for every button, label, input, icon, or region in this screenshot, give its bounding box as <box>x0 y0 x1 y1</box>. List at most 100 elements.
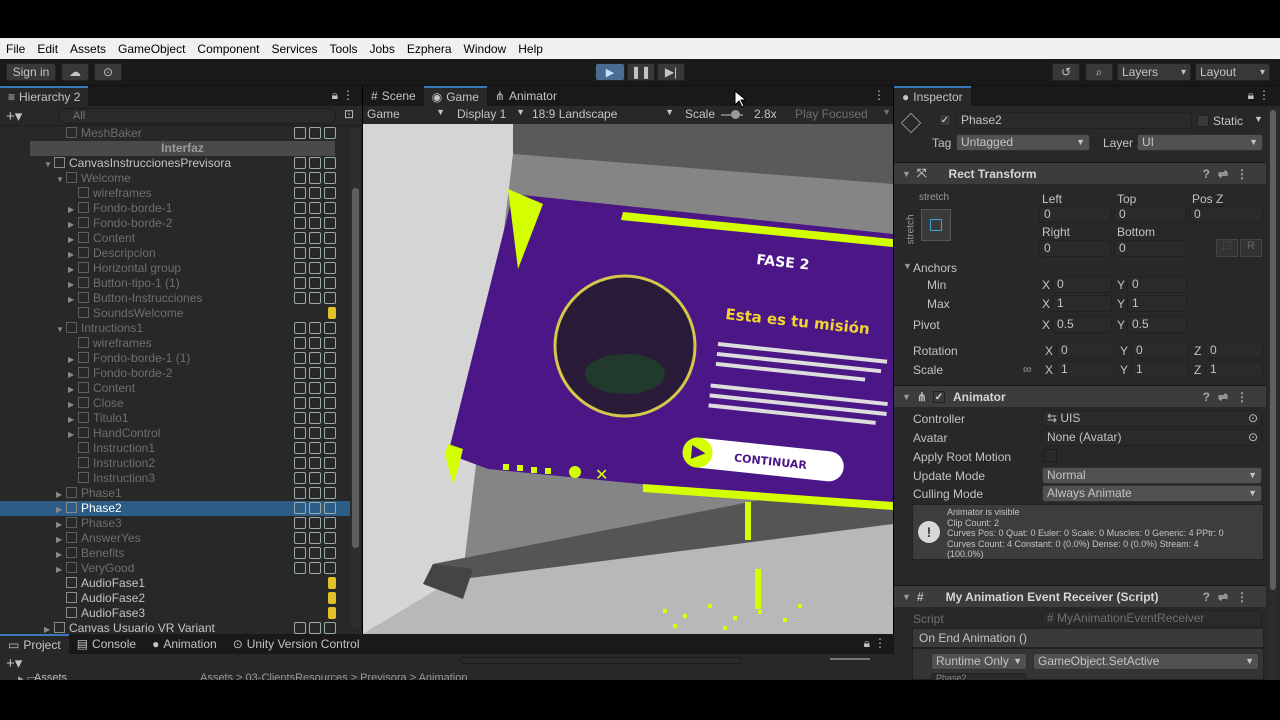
kebab-menu-icon[interactable]: ⋮ <box>342 88 354 102</box>
menu-component[interactable]: Component <box>197 42 259 56</box>
hierarchy-row[interactable]: wireframes <box>0 186 350 201</box>
animator-header[interactable]: ▼ ⋔ ✓ Animator ?⇌⋮ <box>894 385 1266 407</box>
method-dropdown[interactable]: GameObject.SetActive ▼ <box>1033 653 1259 670</box>
add-icon[interactable]: +▾ <box>6 654 22 672</box>
active-checkbox[interactable]: ✓ <box>939 114 951 126</box>
scroll-thumb[interactable] <box>1270 110 1276 590</box>
expand-arrow-icon[interactable]: ▶ <box>68 262 78 277</box>
menu-services[interactable]: Services <box>271 42 317 56</box>
expand-arrow-icon[interactable]: ▶ <box>68 382 78 397</box>
hierarchy-row[interactable]: ▶ Titulo1 <box>0 411 350 426</box>
hierarchy-row[interactable]: ▶ Benefits <box>0 546 350 561</box>
hierarchy-row[interactable]: AudioFase2 <box>0 591 350 606</box>
display-dropdown[interactable]: Display 1 ▼ <box>457 107 525 121</box>
menu-help[interactable]: Help <box>518 42 543 56</box>
avatar-field[interactable]: None (Avatar) ⊙ <box>1042 429 1262 446</box>
controller-field[interactable]: ⇆ UIS ⊙ <box>1042 410 1262 427</box>
expand-arrow-icon[interactable]: ▼ <box>44 157 54 172</box>
expand-arrow-icon[interactable]: ▼ <box>56 172 66 187</box>
hierarchy-row[interactable]: ▶ Descripcion <box>0 246 350 261</box>
layer-dropdown[interactable]: UI ▼ <box>1137 134 1263 151</box>
update-mode-dropdown[interactable]: Normal ▼ <box>1042 467 1262 484</box>
expand-arrow-icon[interactable]: ▶ <box>68 277 78 292</box>
hierarchy-row[interactable]: ▼ Welcome <box>0 171 350 186</box>
hierarchy-row[interactable]: AudioFase3 <box>0 606 350 621</box>
left-field[interactable]: 0 <box>1039 206 1111 223</box>
expand-arrow-icon[interactable]: ▶ <box>56 532 66 547</box>
collab-icon[interactable]: ⊙ <box>94 63 122 81</box>
expand-arrow-icon[interactable]: ▶ <box>68 247 78 262</box>
animator-enabled-checkbox[interactable]: ✓ <box>932 390 945 403</box>
hierarchy-scrollbar[interactable] <box>351 128 360 628</box>
anchor-max-y[interactable]: 1 <box>1127 295 1187 312</box>
expand-arrow-icon[interactable]: ▶ <box>56 502 66 517</box>
lock-icon[interactable]: 🔒︎ <box>864 636 870 651</box>
hierarchy-search-input[interactable]: All <box>58 108 336 124</box>
play-focused-dropdown[interactable]: Play Focused ▼ <box>795 107 891 121</box>
anchor-presets-button[interactable] <box>921 209 951 241</box>
search-icon[interactable]: ⌕ <box>1085 63 1113 81</box>
rotation-y[interactable]: 0 <box>1131 342 1189 359</box>
culling-mode-dropdown[interactable]: Always Animate ▼ <box>1042 485 1262 502</box>
hierarchy-row[interactable]: ▶ Fondo-borde-1 (1) <box>0 351 350 366</box>
menu-file[interactable]: File <box>6 42 25 56</box>
object-picker-icon[interactable]: ⊙ <box>1248 411 1258 426</box>
rect-transform-header[interactable]: ▼ ⤧ Rect Transform ?⇌⋮ <box>894 162 1266 184</box>
expand-arrow-icon[interactable]: ▶ <box>68 202 78 217</box>
raw-edit-button[interactable]: R <box>1240 239 1262 257</box>
history-icon[interactable]: ↺ <box>1052 63 1080 81</box>
expand-arrow-icon[interactable]: ▶ <box>56 547 66 562</box>
posz-field[interactable]: 0 <box>1189 206 1263 223</box>
rotation-x[interactable]: 0 <box>1056 342 1114 359</box>
scroll-thumb[interactable] <box>352 188 359 548</box>
expand-arrow-icon[interactable]: ▶ <box>68 292 78 307</box>
hierarchy-row[interactable]: Instruction2 <box>0 456 350 471</box>
expand-arrow-icon[interactable]: ▼ <box>56 322 66 337</box>
hierarchy-row[interactable]: ▶ AnswerYes <box>0 531 350 546</box>
right-field[interactable]: 0 <box>1039 240 1111 257</box>
hierarchy-row[interactable]: ▶ Horizontal group <box>0 261 350 276</box>
tab-version-control[interactable]: ⊙ Unity Version Control <box>225 634 368 654</box>
scale-y[interactable]: 1 <box>1131 361 1189 378</box>
expand-arrow-icon[interactable]: ▶ <box>56 487 66 502</box>
hierarchy-row[interactable]: AudioFase1 <box>0 576 350 591</box>
hierarchy-row[interactable]: MeshBaker <box>0 126 350 141</box>
receiver-header[interactable]: ▼ # My Animation Event Receiver (Script)… <box>894 585 1266 607</box>
lock-icon[interactable]: 🔒︎ <box>332 88 338 103</box>
hierarchy-row[interactable]: ▶ Button-tipo-1 (1) <box>0 276 350 291</box>
layers-dropdown[interactable]: Layers <box>1117 63 1191 81</box>
hierarchy-row[interactable]: Instruction3 <box>0 471 350 486</box>
tab-hierarchy[interactable]: ≡ Hierarchy 2 <box>0 86 89 106</box>
menu-edit[interactable]: Edit <box>37 42 58 56</box>
hierarchy-row[interactable]: ▶ Fondo-borde-1 <box>0 201 350 216</box>
expand-arrow-icon[interactable]: ▶ <box>68 412 78 427</box>
hierarchy-row[interactable]: ▶ HandControl <box>0 426 350 441</box>
object-name-field[interactable]: Phase2 <box>956 112 1192 129</box>
pause-button[interactable]: ❚❚ <box>627 63 655 81</box>
scene-visibility-icon[interactable]: ⊡ <box>344 107 354 121</box>
expand-arrow-icon[interactable]: ▶ <box>44 622 54 634</box>
tab-animator[interactable]: ⋔ Animator <box>487 86 565 106</box>
component-menu-icons[interactable]: ?⇌⋮ <box>1203 390 1256 404</box>
inspector-scrollbar[interactable] <box>1268 108 1278 680</box>
hierarchy-row[interactable]: ▶ Canvas Usuario VR Variant <box>0 621 350 634</box>
expand-arrow-icon[interactable]: ▶ <box>68 232 78 247</box>
link-icon[interactable]: ∞ <box>1023 362 1032 376</box>
hierarchy-row[interactable]: ▶ Fondo-borde-2 <box>0 216 350 231</box>
signin-button[interactable]: Sign in <box>6 63 56 81</box>
hierarchy-row[interactable]: ▶ Phase3 <box>0 516 350 531</box>
game-mode-dropdown[interactable]: Game ▼ <box>367 107 445 121</box>
scale-z[interactable]: 1 <box>1205 361 1263 378</box>
menu-gameobject[interactable]: GameObject <box>118 42 185 56</box>
chevron-down-icon[interactable]: ▼ <box>1254 114 1263 124</box>
kebab-menu-icon[interactable]: ⋮ <box>1258 88 1270 102</box>
scale-x[interactable]: 1 <box>1056 361 1114 378</box>
kebab-menu-icon[interactable]: ⋮ <box>874 636 886 650</box>
menu-assets[interactable]: Assets <box>70 42 106 56</box>
pivot-x[interactable]: 0.5 <box>1052 316 1112 333</box>
kebab-menu-icon[interactable]: ⋮ <box>873 88 885 102</box>
project-search-input[interactable] <box>460 657 742 664</box>
anchor-min-y[interactable]: 0 <box>1127 276 1187 293</box>
expand-arrow-icon[interactable]: ▶ <box>68 352 78 367</box>
expand-arrow-icon[interactable]: ▶ <box>68 427 78 442</box>
